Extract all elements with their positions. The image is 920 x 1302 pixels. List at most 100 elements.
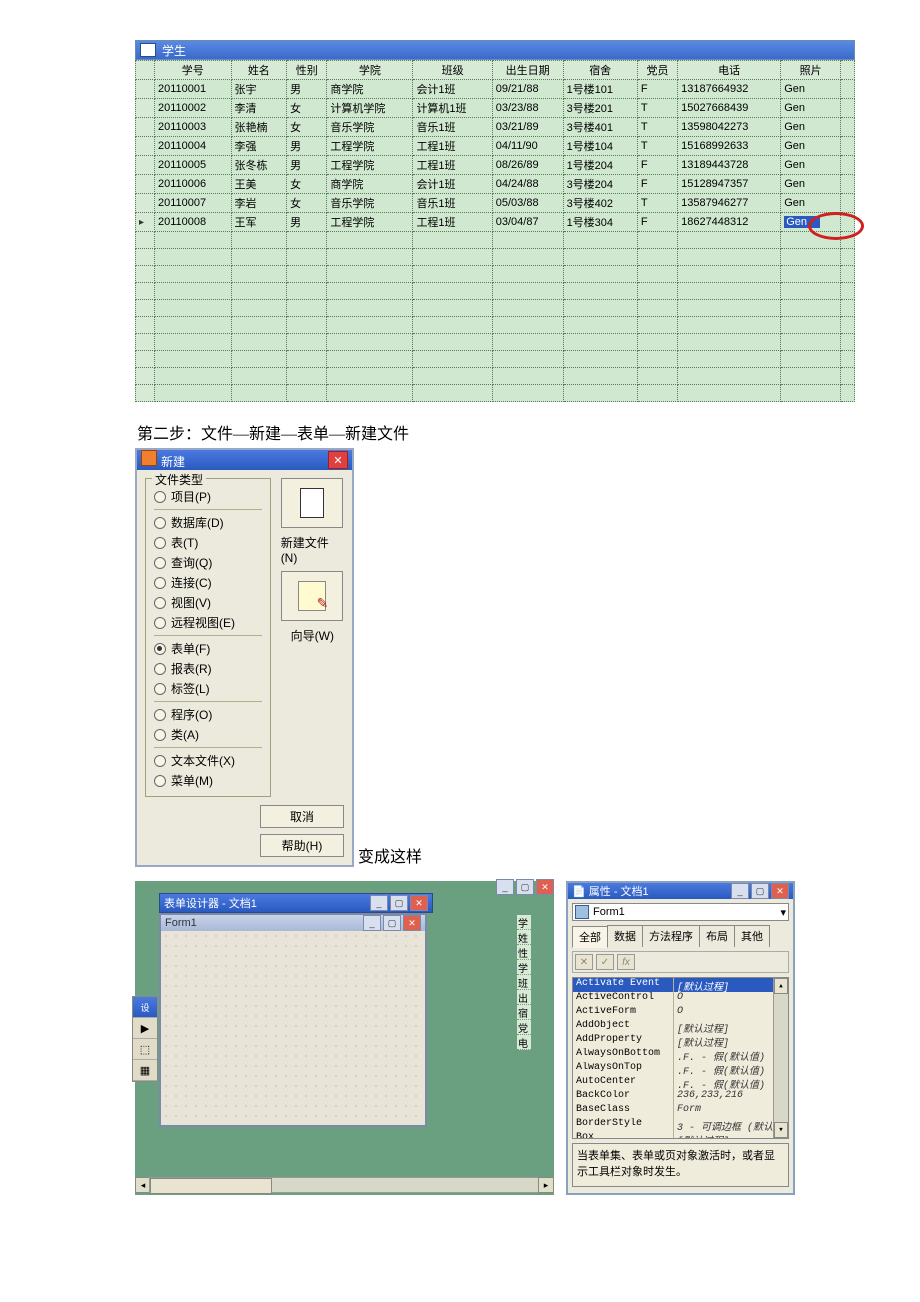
table-cell[interactable]: 音乐学院 <box>327 194 413 213</box>
property-value[interactable]: Form <box>674 1104 788 1118</box>
property-value[interactable]: 236,233,216 <box>674 1090 788 1104</box>
file-type-option[interactable]: 菜单(M) <box>154 772 262 789</box>
table-cell[interactable]: 20110006 <box>155 175 232 194</box>
toolbox-header[interactable]: 设 <box>133 997 157 1018</box>
column-header[interactable]: 照片 <box>781 61 841 80</box>
column-header[interactable]: 党员 <box>637 61 677 80</box>
maximize-icon[interactable]: ▢ <box>751 883 769 899</box>
table-cell[interactable]: 05/03/88 <box>492 194 563 213</box>
table-cell[interactable]: Gen <box>781 213 841 232</box>
table-cell[interactable]: 音乐1班 <box>413 118 492 137</box>
table-cell[interactable]: 08/26/89 <box>492 156 563 175</box>
file-type-option[interactable]: 远程视图(E) <box>154 614 262 631</box>
column-header[interactable]: 班级 <box>413 61 492 80</box>
toolbox-item[interactable]: ▶ <box>133 1018 157 1039</box>
table-cell[interactable]: 王军 <box>231 213 287 232</box>
table-cell[interactable]: 09/21/88 <box>492 80 563 99</box>
close-icon[interactable]: ✕ <box>328 451 348 469</box>
column-header[interactable]: 宿舍 <box>563 61 637 80</box>
table-cell[interactable]: 工程学院 <box>327 213 413 232</box>
table-cell[interactable]: 工程1班 <box>413 213 492 232</box>
file-type-option[interactable]: 文本文件(X) <box>154 752 262 769</box>
table-cell[interactable]: F <box>637 80 677 99</box>
table-cell[interactable]: 会计1班 <box>413 175 492 194</box>
accept-edit-button[interactable]: ✓ <box>596 954 614 970</box>
table-cell[interactable]: 男 <box>287 213 327 232</box>
property-value[interactable]: .F. - 假(默认值) <box>674 1048 788 1062</box>
cancel-button[interactable]: 取消 <box>260 805 344 828</box>
designer-titlebar[interactable]: 表单设计器 - 文档1 _ ▢ ✕ <box>159 893 433 913</box>
property-row[interactable]: Activate Event[默认过程] <box>573 978 788 992</box>
horizontal-scrollbar[interactable] <box>149 1177 540 1193</box>
close-icon[interactable]: ✕ <box>410 895 428 911</box>
property-value[interactable]: [默认过程] <box>674 1132 788 1139</box>
table-cell[interactable]: 音乐学院 <box>327 118 413 137</box>
table-cell[interactable]: 15168992633 <box>678 137 781 156</box>
table-cell[interactable]: 04/24/88 <box>492 175 563 194</box>
table-cell[interactable]: 男 <box>287 156 327 175</box>
cancel-edit-button[interactable]: ✕ <box>575 954 593 970</box>
fx-button[interactable]: fx <box>617 954 635 970</box>
column-header[interactable]: 学号 <box>155 61 232 80</box>
vertical-scrollbar[interactable]: ▴ ▾ <box>773 978 788 1138</box>
property-row[interactable]: ActiveControlO <box>573 992 788 1006</box>
table-cell[interactable]: 会计1班 <box>413 80 492 99</box>
file-type-option[interactable]: 程序(O) <box>154 706 262 723</box>
table-cell[interactable]: 3号楼201 <box>563 99 637 118</box>
table-cell[interactable]: 20110007 <box>155 194 232 213</box>
table-cell[interactable]: 13587946277 <box>678 194 781 213</box>
table-row[interactable]: 20110005张冬栋男工程学院工程1班08/26/891号楼204F13189… <box>136 156 855 175</box>
table-cell[interactable]: 03/04/87 <box>492 213 563 232</box>
property-row[interactable]: ActiveFormO <box>573 1006 788 1020</box>
toolbox[interactable]: 设 ▶ ⬚ ▦ <box>132 996 158 1082</box>
table-row[interactable]: 20110006王美女商学院会计1班04/24/883号楼204F1512894… <box>136 175 855 194</box>
table-row[interactable]: 20110004李强男工程学院工程1班04/11/901号楼104T151689… <box>136 137 855 156</box>
table-cell[interactable]: 李强 <box>231 137 287 156</box>
property-value[interactable]: O <box>674 992 788 1006</box>
property-value[interactable]: .F. - 假(默认值) <box>674 1062 788 1076</box>
property-row[interactable]: BorderStyle3 - 可调边框 (默认) <box>573 1118 788 1132</box>
table-cell[interactable]: 女 <box>287 194 327 213</box>
table-cell[interactable]: 18627448312 <box>678 213 781 232</box>
new-dialog-titlebar[interactable]: 新建 ✕ <box>137 450 352 470</box>
minimize-icon[interactable]: _ <box>363 915 381 931</box>
table-cell[interactable]: 3号楼402 <box>563 194 637 213</box>
tab-1[interactable]: 数据 <box>607 925 643 947</box>
table-cell[interactable]: Gen <box>781 156 841 175</box>
properties-titlebar[interactable]: 📄 属性 - 文档1 _ ▢ ✕ <box>568 883 793 899</box>
table-cell[interactable]: 商学院 <box>327 175 413 194</box>
property-row[interactable]: Box[默认过程] <box>573 1132 788 1139</box>
column-header[interactable]: 出生日期 <box>492 61 563 80</box>
table-cell[interactable]: 计算机1班 <box>413 99 492 118</box>
table-cell[interactable]: 女 <box>287 118 327 137</box>
new-file-button[interactable] <box>281 478 343 528</box>
property-row[interactable]: AddProperty[默认过程] <box>573 1034 788 1048</box>
file-type-option[interactable]: 数据库(D) <box>154 514 262 531</box>
file-type-option[interactable]: 标签(L) <box>154 680 262 697</box>
table-cell[interactable]: 李清 <box>231 99 287 118</box>
file-type-option[interactable]: 表单(F) <box>154 640 262 657</box>
table-cell[interactable]: 音乐1班 <box>413 194 492 213</box>
table-cell[interactable]: 计算机学院 <box>327 99 413 118</box>
table-cell[interactable]: 1号楼204 <box>563 156 637 175</box>
table-row[interactable]: 20110007李岩女音乐学院音乐1班05/03/883号楼402T135879… <box>136 194 855 213</box>
file-type-option[interactable]: 查询(Q) <box>154 554 262 571</box>
table-cell[interactable]: T <box>637 118 677 137</box>
table-cell[interactable]: 20110002 <box>155 99 232 118</box>
column-header[interactable]: 电话 <box>678 61 781 80</box>
table-cell[interactable]: 张艳楠 <box>231 118 287 137</box>
table-cell[interactable]: Gen <box>781 137 841 156</box>
table-cell[interactable]: 3号楼401 <box>563 118 637 137</box>
tab-0[interactable]: 全部 <box>572 926 608 948</box>
table-cell[interactable]: 商学院 <box>327 80 413 99</box>
close-icon[interactable]: ✕ <box>536 879 554 895</box>
table-row[interactable]: 20110003张艳楠女音乐学院音乐1班03/21/893号楼401T13598… <box>136 118 855 137</box>
close-icon[interactable]: ✕ <box>771 883 789 899</box>
table-cell[interactable]: T <box>637 194 677 213</box>
table-cell[interactable]: 王美 <box>231 175 287 194</box>
table-cell[interactable]: 03/23/88 <box>492 99 563 118</box>
table-cell[interactable]: F <box>637 213 677 232</box>
table-cell[interactable]: Gen <box>781 99 841 118</box>
scroll-up-button[interactable]: ▴ <box>774 978 788 994</box>
toolbox-item[interactable]: ▦ <box>133 1060 157 1081</box>
